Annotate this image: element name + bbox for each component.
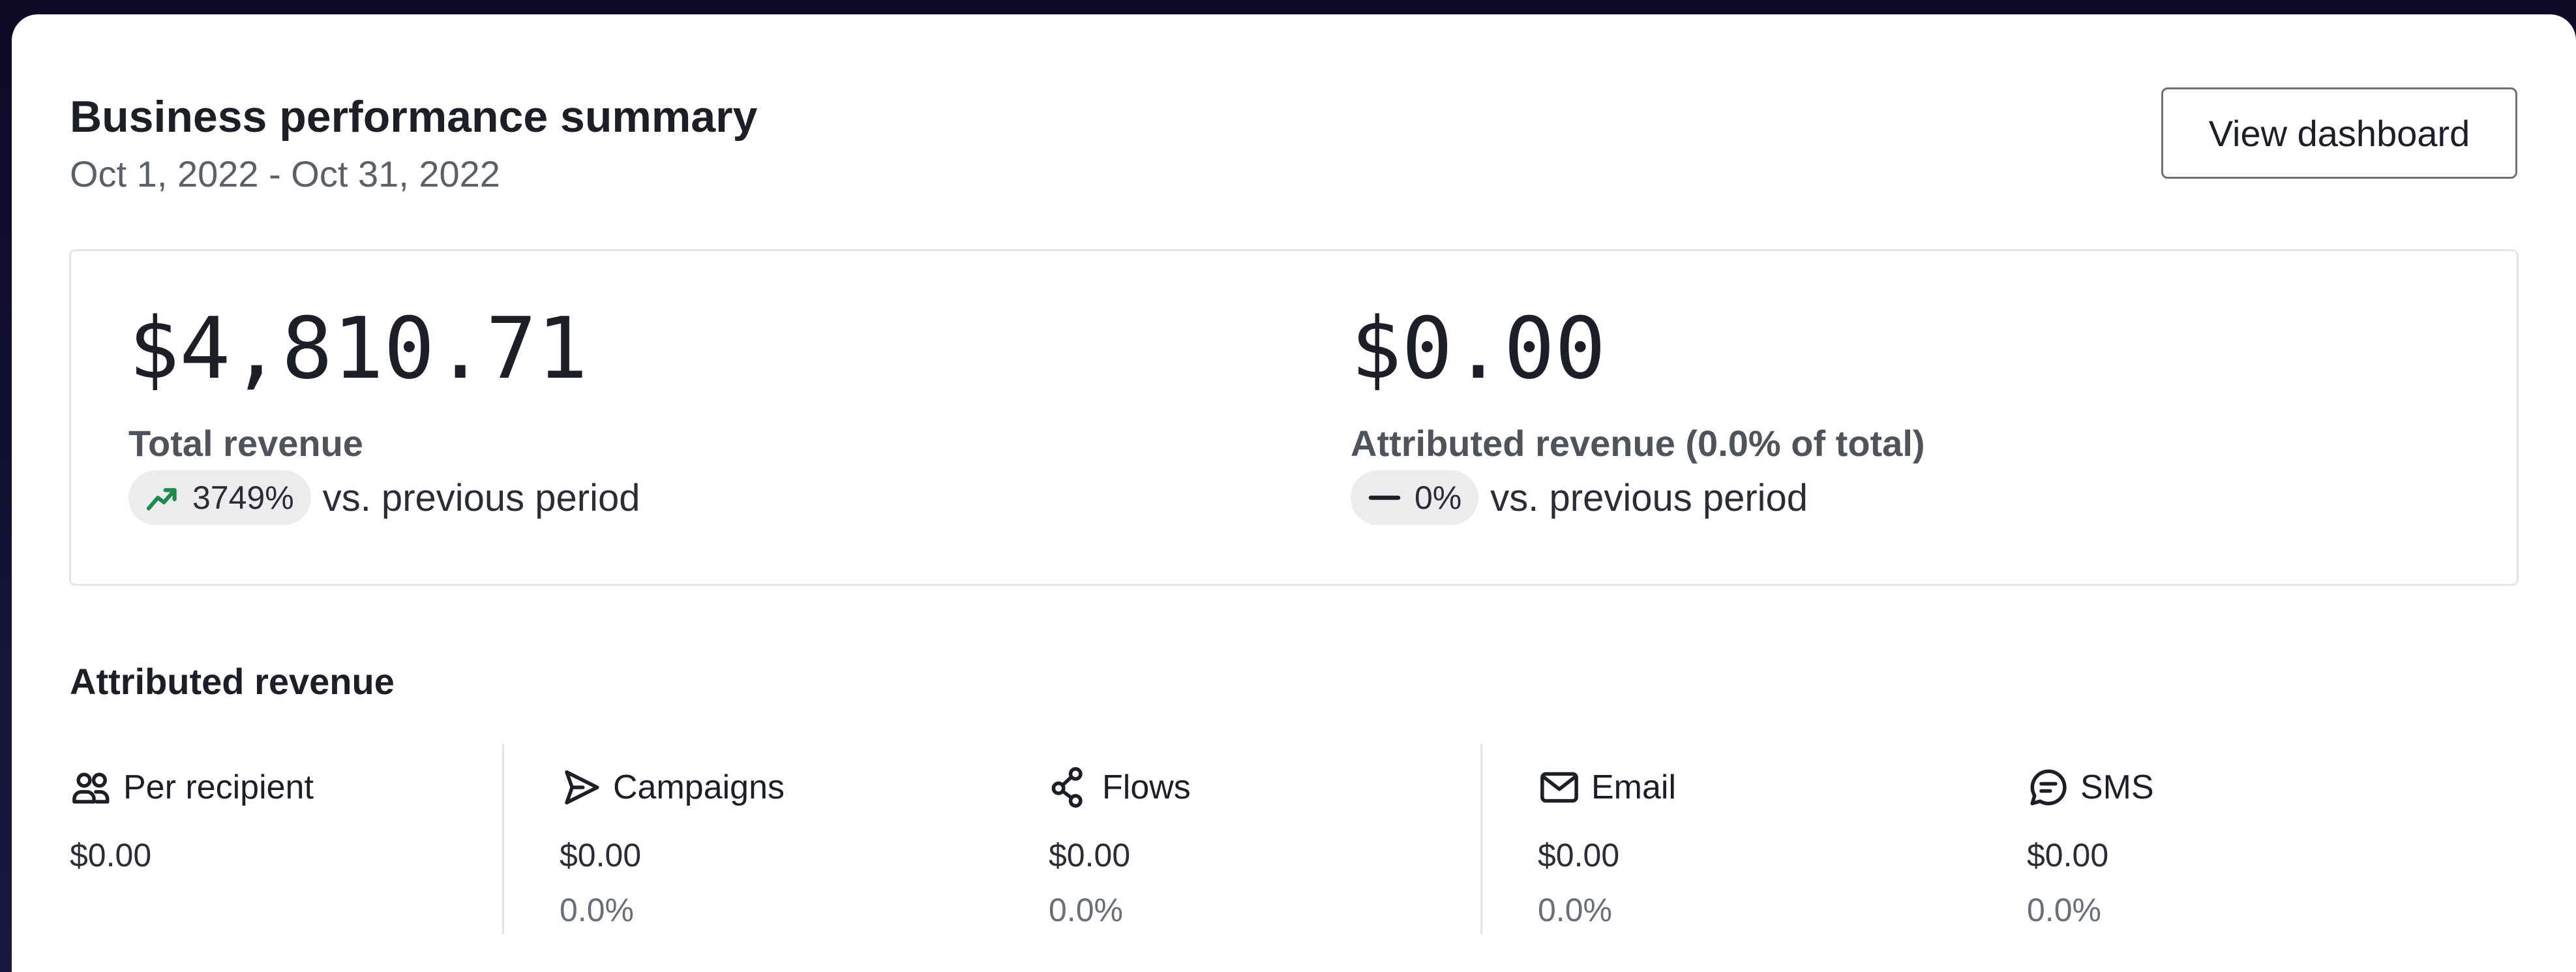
total-revenue-value: $4,810.71 [128, 299, 588, 398]
column-label: Per recipient [123, 768, 314, 806]
change-value: 3749% [192, 479, 294, 516]
send-icon [560, 766, 603, 809]
change-value: 0% [1415, 479, 1462, 516]
column-divider [502, 744, 504, 934]
column-label: Campaigns [613, 768, 785, 806]
total-revenue-label: Total revenue [128, 423, 363, 464]
column-percent: 0.0% [1538, 892, 1612, 928]
attributed-revenue-value: $0.00 [1351, 299, 1606, 398]
comparison-text: vs. previous period [1490, 476, 1808, 519]
column-percent: 0.0% [1049, 892, 1123, 928]
attributed-revenue-label: Attributed revenue (0.0% of total) [1351, 423, 1925, 464]
card-title: Business performance summary [70, 92, 758, 142]
column-divider [1480, 744, 1482, 934]
column-amount: $0.00 [1049, 837, 1131, 873]
column-amount: $0.00 [2027, 837, 2109, 873]
flows-icon [1049, 766, 1092, 809]
comparison-text: vs. previous period [322, 476, 640, 519]
trend-up-icon [146, 488, 177, 511]
mail-icon [1538, 766, 1581, 809]
attributed-column-flows: Flows $0.00 0.0% [1049, 758, 1191, 928]
total-revenue-change: 3749% vs. previous period [128, 470, 640, 525]
attributed-revenue-change: 0% vs. previous period [1351, 470, 1808, 525]
attributed-column-campaigns: Campaigns $0.00 0.0% [560, 758, 785, 928]
attributed-column-email: Email $0.00 0.0% [1538, 758, 1677, 928]
column-amount: $0.00 [1538, 837, 1620, 873]
column-percent: 0.0% [560, 892, 634, 928]
attributed-column-sms: SMS $0.00 0.0% [2027, 758, 2154, 928]
attributed-revenue-section-title: Attributed revenue [70, 661, 395, 702]
users-icon [70, 766, 113, 809]
column-label: SMS [2080, 768, 2154, 806]
column-amount: $0.00 [560, 837, 642, 873]
view-dashboard-button[interactable]: View dashboard [2161, 87, 2517, 179]
column-amount: $0.00 [70, 837, 152, 873]
sms-icon [2027, 766, 2070, 809]
column-label: Flows [1102, 768, 1191, 806]
date-range: Oct 1, 2022 - Oct 31, 2022 [70, 153, 500, 194]
attributed-column-per-recipient: Per recipient $0.00 [70, 758, 314, 873]
no-change-dash-icon [1368, 495, 1401, 500]
column-label: Email [1591, 768, 1677, 806]
performance-summary-card: Business performance summary Oct 1, 2022… [12, 14, 2576, 972]
change-badge: 3749% [128, 470, 311, 525]
change-badge: 0% [1351, 470, 1479, 525]
revenue-metrics-box: $4,810.71 Total revenue 3749% vs. previo… [69, 249, 2519, 586]
column-percent: 0.0% [2027, 892, 2101, 928]
